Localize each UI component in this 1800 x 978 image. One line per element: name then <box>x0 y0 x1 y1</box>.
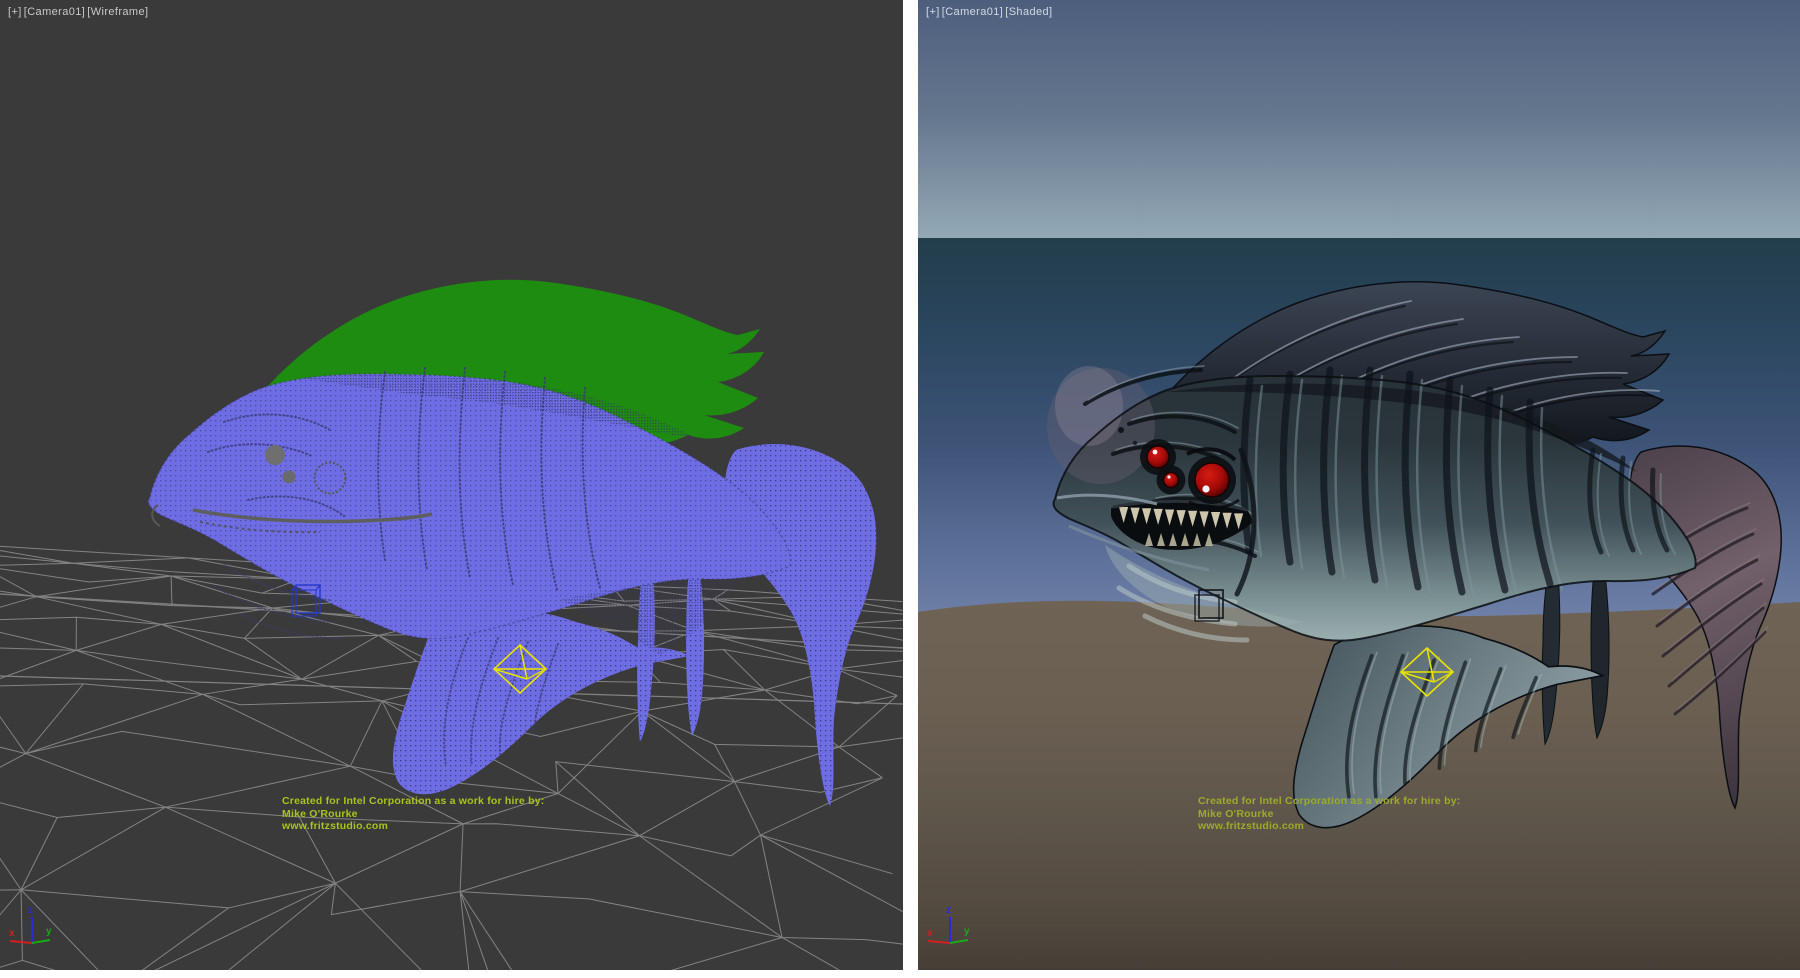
sky <box>918 0 1800 238</box>
viewport-shaded[interactable]: [+] [Camera01] [Shaded] Created for Inte… <box>918 0 1800 970</box>
fish-eye <box>1147 446 1169 468</box>
viewport-pov-menu[interactable]: [Camera01] <box>942 6 1003 18</box>
viewport-wireframe[interactable]: [+] [Camera01] [Wireframe] Created for I… <box>0 0 903 970</box>
fish-eye <box>1164 473 1179 488</box>
nostril <box>1133 441 1137 445</box>
wireframe-eye <box>283 471 296 484</box>
credit-line-1: Created for Intel Corporation as a work … <box>282 795 544 808</box>
nostril <box>1118 427 1124 433</box>
wireframe-eye <box>265 445 285 465</box>
credit-line-3: www.fritzstudio.com <box>1198 820 1460 833</box>
viewport-general-menu[interactable]: [+] <box>8 6 22 18</box>
viewport-label: [+] [Camera01] [Wireframe] <box>8 6 148 18</box>
viewport-shading-menu[interactable]: [Shaded] <box>1005 6 1052 18</box>
viewport-label: [+] [Camera01] [Shaded] <box>926 6 1052 18</box>
scene-credit-text: Created for Intel Corporation as a work … <box>1198 795 1460 833</box>
credit-line-3: www.fritzstudio.com <box>282 820 544 833</box>
viewport-general-menu[interactable]: [+] <box>926 6 940 18</box>
credit-line-2: Mike O'Rourke <box>1198 808 1460 821</box>
fish-eye <box>1195 463 1229 497</box>
credit-line-2: Mike O'Rourke <box>282 808 544 821</box>
credit-line-1: Created for Intel Corporation as a work … <box>1198 795 1460 808</box>
viewport-shading-menu[interactable]: [Wireframe] <box>87 6 148 18</box>
scene-credit-text: Created for Intel Corporation as a work … <box>282 795 544 833</box>
viewport-pov-menu[interactable]: [Camera01] <box>24 6 85 18</box>
